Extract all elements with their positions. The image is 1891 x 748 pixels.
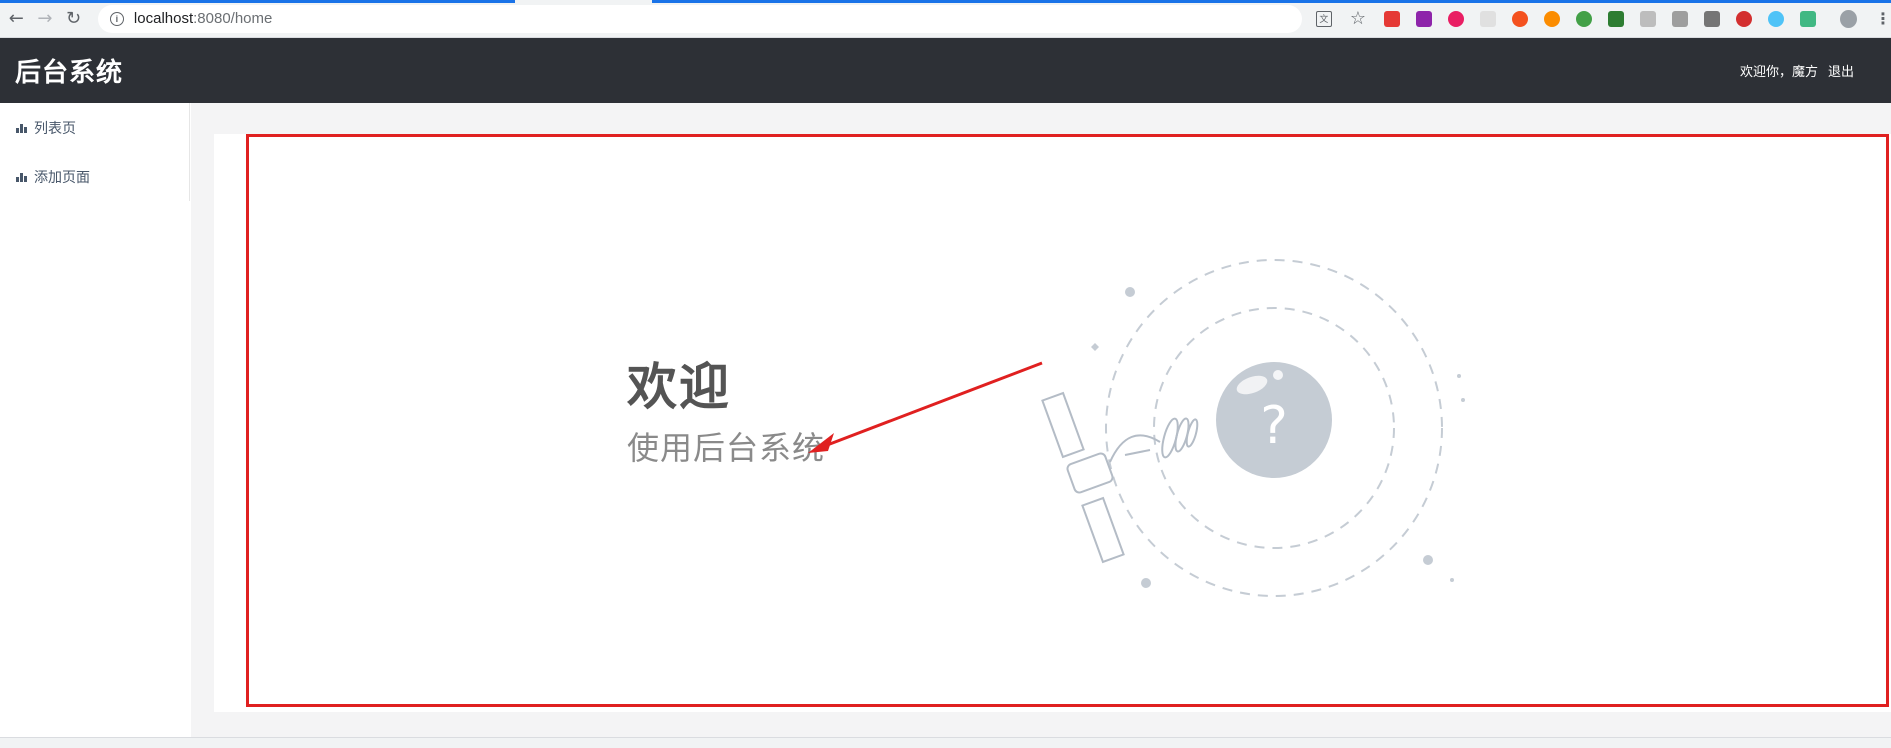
bar-chart-icon [16,123,28,133]
url-host: localhost [133,10,194,27]
header-user-area: 欢迎你，魔方 退出 [1740,61,1854,80]
translate-icon[interactable]: 文 [1315,10,1332,27]
tab-strip-left [0,0,515,3]
vue-devtools-icon[interactable] [1799,10,1816,27]
extension-icon-1[interactable] [1383,10,1400,27]
filter-icon[interactable] [1671,10,1688,27]
sidebar-item-add-page[interactable]: 添加页面 [0,152,189,201]
browser-toolbar: ← → ↻ i localhost:8080/home 文 ☆ ⋮ [0,0,1891,38]
sidebar-item-label: 添加页面 [34,169,90,186]
address-bar[interactable]: i localhost:8080/home [97,4,1302,33]
sidebar-item-label: 列表页 [34,120,76,137]
browser-menu-icon[interactable]: ⋮ [1875,9,1891,28]
logout-link[interactable]: 退出 [1828,61,1854,80]
adblock-icon[interactable] [1735,10,1752,27]
extension-icon-3[interactable] [1447,10,1464,27]
back-icon[interactable]: ← [4,6,29,32]
tab-strip-right [652,0,1891,3]
welcome-title: 欢迎 [627,358,731,416]
forward-icon[interactable]: → [33,6,58,32]
fps-icon[interactable] [1767,10,1784,27]
extension-icon-5[interactable] [1511,10,1528,27]
extension-icon-2[interactable] [1415,10,1432,27]
sidebar-item-list-page[interactable]: 列表页 [0,103,189,152]
extension-icon-4[interactable] [1479,10,1496,27]
satellite-icon [1041,391,1199,564]
annotation-arrow-icon [808,361,1043,453]
bookmark-star-icon[interactable]: ☆ [1350,8,1366,29]
sidebar-menu: 列表页 添加页面 [0,103,190,201]
reload-icon[interactable]: ↻ [61,6,86,32]
bar-chart-icon [16,172,28,182]
extension-icon-s[interactable] [1703,10,1720,27]
satellite-illustration: ? [1041,259,1465,597]
bottom-status-strip [0,737,1891,748]
welcome-subtitle: 使用后台系统 [627,429,826,467]
url-path: :8080/home [193,10,273,27]
extension-icon-6[interactable] [1543,10,1560,27]
profile-avatar-icon[interactable] [1839,9,1858,28]
extensions-area: 文 ☆ [1315,8,1832,29]
site-info-icon[interactable]: i [109,11,124,26]
extension-icon-9[interactable] [1639,10,1656,27]
extension-icon-7[interactable] [1575,10,1592,27]
welcome-user-text: 欢迎你，魔方 [1739,65,1818,80]
app-header: 后台系统 欢迎你，魔方 退出 [0,38,1891,103]
app-title: 后台系统 [15,58,124,88]
question-mark-icon: ? [1260,396,1288,456]
extension-icon-8[interactable] [1607,10,1624,27]
